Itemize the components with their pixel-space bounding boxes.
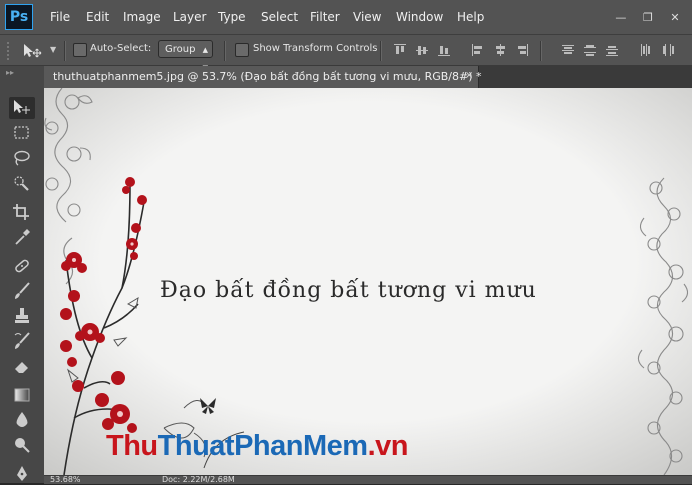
- pen-tool-button[interactable]: [9, 463, 35, 485]
- options-divider: [380, 41, 382, 61]
- healing-brush-icon: [15, 259, 29, 273]
- align-vertical-centers-icon[interactable]: [416, 44, 428, 56]
- dodge-tool-button[interactable]: [9, 434, 35, 456]
- tab-close-icon[interactable]: ×: [465, 70, 473, 81]
- menu-window[interactable]: Window: [396, 10, 443, 24]
- move-tool-icon: [14, 100, 30, 114]
- move-tool-button[interactable]: [9, 97, 35, 119]
- history-brush-icon: [14, 332, 30, 349]
- marquee-icon: [14, 126, 29, 139]
- options-divider: [224, 41, 226, 61]
- tools-panel: ▸▸: [0, 66, 45, 483]
- options-divider: [540, 41, 542, 61]
- pen-icon: [17, 466, 27, 481]
- healing-brush-tool-button[interactable]: [9, 255, 35, 277]
- menu-image[interactable]: Image: [123, 10, 161, 24]
- menu-help[interactable]: Help: [457, 10, 484, 24]
- crop-tool-button[interactable]: [9, 201, 35, 223]
- align-bottom-edges-icon[interactable]: [438, 44, 450, 56]
- document-tab-bar: thuthuatphanmem5.jpg @ 53.7% (Đạo bất đồ…: [44, 66, 692, 88]
- auto-select-checkbox[interactable]: [73, 43, 87, 57]
- quick-selection-tool-button[interactable]: [9, 172, 35, 194]
- options-grip: [7, 42, 12, 60]
- minimize-button[interactable]: —: [610, 11, 632, 25]
- show-transform-checkbox[interactable]: [235, 43, 249, 57]
- lasso-tool-button[interactable]: [9, 147, 35, 169]
- show-transform-label: Show Transform Controls: [253, 43, 378, 54]
- watermark-part-3: .vn: [367, 430, 409, 462]
- gradient-icon: [14, 388, 30, 402]
- menu-edit[interactable]: Edit: [86, 10, 109, 24]
- menu-select[interactable]: Select: [261, 10, 298, 24]
- menu-bar: Ps File Edit Image Layer Type Select Fil…: [0, 0, 692, 35]
- watermark-part-2: ThuatPhanMem: [157, 430, 368, 462]
- dodge-icon: [15, 438, 30, 453]
- dropdown-value: Group: [165, 44, 196, 55]
- distribute-top-edges-icon[interactable]: [562, 44, 574, 56]
- crop-icon: [13, 204, 29, 220]
- menu-filter[interactable]: Filter: [310, 10, 340, 24]
- blur-icon: [16, 412, 28, 427]
- auto-select-target-dropdown[interactable]: Group ▲▼: [158, 40, 213, 72]
- distribute-vertical-centers-icon[interactable]: [584, 44, 596, 56]
- brush-tool-button[interactable]: [9, 280, 35, 302]
- lasso-icon: [14, 150, 30, 166]
- marquee-tool-button[interactable]: [9, 122, 35, 144]
- watermark-part-1: Thu: [106, 430, 158, 462]
- brush-icon: [15, 282, 30, 299]
- options-bar: ▼ Auto-Select: Group ▲▼ Show Transform C…: [0, 35, 692, 72]
- align-right-edges-icon[interactable]: [516, 44, 528, 56]
- eyedropper-icon: [15, 229, 30, 245]
- document-tab[interactable]: thuthuatphanmem5.jpg @ 53.7% (Đạo bất đồ…: [44, 66, 482, 88]
- document-tab-title: thuthuatphanmem5.jpg @ 53.7% (Đạo bất đồ…: [53, 70, 482, 83]
- document-canvas[interactable]: Đạo bất đồng bất tương vi mưu ThuThuatPh…: [44, 88, 692, 475]
- window-controls: — ❐ ✕: [610, 6, 686, 25]
- eyedropper-tool-button[interactable]: [9, 226, 35, 248]
- move-tool-icon[interactable]: [22, 43, 44, 63]
- eraser-icon: [15, 362, 28, 373]
- auto-select-label: Auto-Select:: [90, 43, 152, 54]
- options-divider: [64, 41, 66, 61]
- watermark-logo: ThuThuatPhanMem.vn: [106, 430, 408, 463]
- close-button[interactable]: ✕: [664, 11, 686, 25]
- eraser-tool-button[interactable]: [9, 355, 35, 377]
- align-left-edges-icon[interactable]: [472, 44, 484, 56]
- history-brush-tool-button[interactable]: [9, 330, 35, 352]
- clone-stamp-tool-button[interactable]: [9, 305, 35, 327]
- clone-stamp-icon: [15, 308, 29, 323]
- blur-tool-button[interactable]: [9, 409, 35, 431]
- menu-file[interactable]: File: [50, 10, 70, 24]
- align-horizontal-centers-icon[interactable]: [494, 44, 506, 56]
- distribute-bottom-edges-icon[interactable]: [606, 44, 618, 56]
- menu-layer[interactable]: Layer: [173, 10, 206, 24]
- menu-type[interactable]: Type: [218, 10, 246, 24]
- canvas-quote-text: Đạo bất đồng bất tương vi mưu: [160, 278, 537, 303]
- photoshop-logo: Ps: [5, 4, 33, 30]
- tool-preset-caret-icon[interactable]: ▼: [50, 45, 56, 54]
- gradient-tool-button[interactable]: [9, 384, 35, 406]
- maximize-button[interactable]: ❐: [637, 11, 659, 25]
- align-top-edges-icon[interactable]: [394, 44, 406, 56]
- distribute-left-edges-icon[interactable]: [640, 44, 652, 56]
- quick-selection-icon: [14, 176, 29, 191]
- panel-collapse-icon[interactable]: ▸▸: [6, 68, 14, 77]
- distribute-horizontal-centers-icon[interactable]: [662, 44, 674, 56]
- menu-view[interactable]: View: [353, 10, 381, 24]
